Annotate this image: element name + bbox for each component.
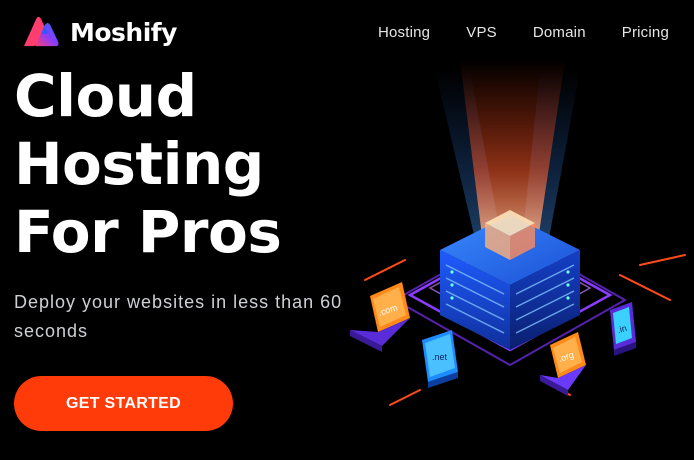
get-started-button[interactable]: GET STARTED (14, 376, 233, 431)
top-navigation-bar: Moshify Hosting VPS Domain Pricing (0, 0, 694, 64)
hero-subtitle: Deploy your websites in less than 60 sec… (14, 292, 343, 341)
phone-in-icon: .in (610, 302, 636, 356)
brand-logo[interactable]: Moshify (22, 15, 177, 49)
hero-title-line: For Pros (14, 198, 282, 266)
nav-link-vps[interactable]: VPS (466, 24, 497, 41)
main-nav: Hosting VPS Domain Pricing (378, 24, 669, 41)
nav-link-domain[interactable]: Domain (533, 24, 586, 41)
hero-title-line: Cloud (14, 62, 197, 130)
nav-link-pricing[interactable]: Pricing (622, 24, 669, 41)
laptop-org-icon: .org (540, 332, 586, 396)
hero-title: Cloud Hosting For Pros (14, 62, 334, 266)
domain-label-net: .net (432, 352, 448, 362)
brand-name: Moshify (70, 17, 177, 47)
cloud-server-illustration: .com .net .org .in (350, 60, 686, 406)
laptop-com-icon: .com (350, 282, 410, 352)
tablet-net-icon: .net (422, 330, 458, 388)
hero-title-line: Hosting (14, 130, 264, 198)
server-rack (440, 210, 580, 350)
moshify-logo-icon (24, 16, 59, 47)
nav-link-hosting[interactable]: Hosting (378, 24, 430, 41)
